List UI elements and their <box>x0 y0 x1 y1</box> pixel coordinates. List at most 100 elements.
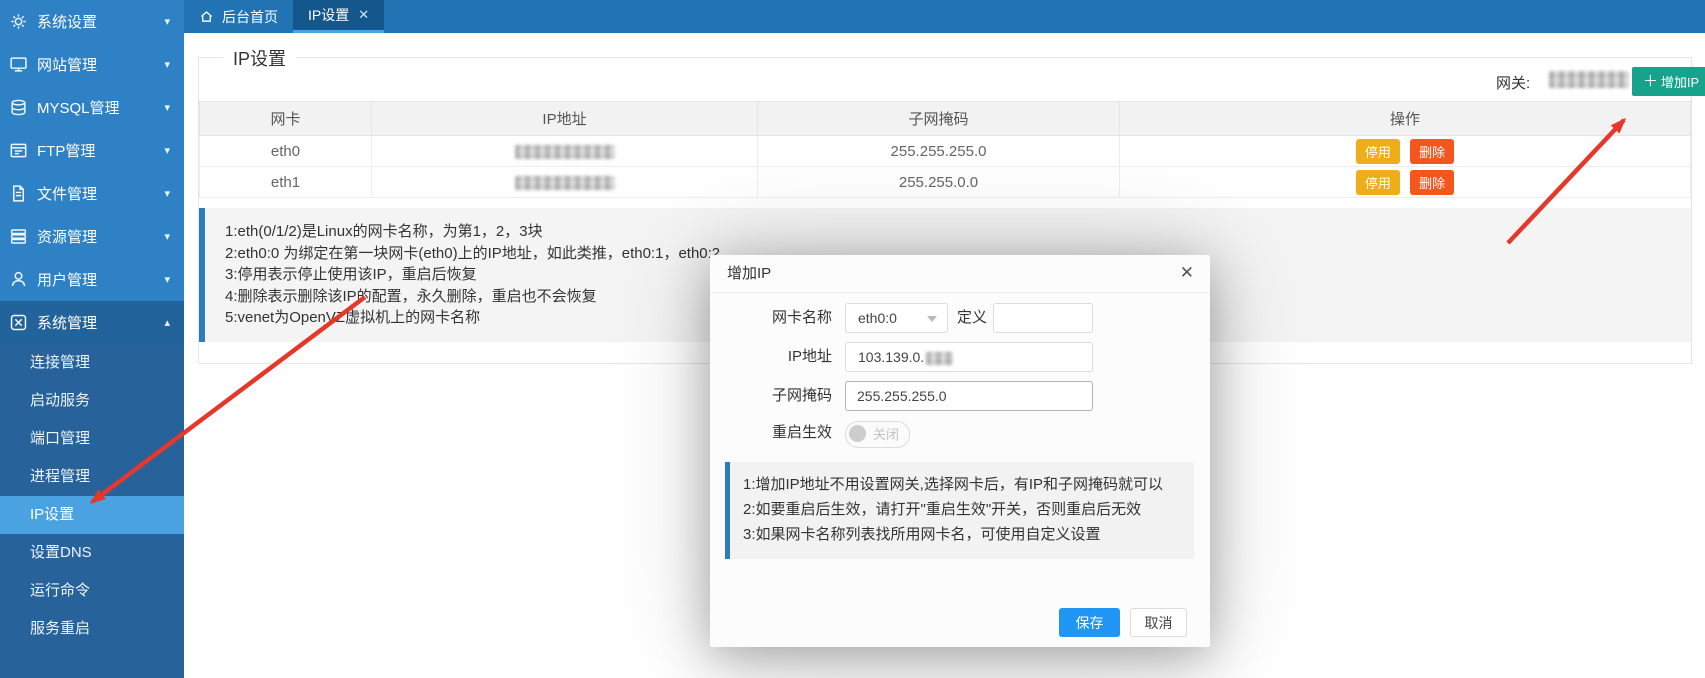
tools-icon <box>9 313 28 332</box>
sidebar-item-label: 网站管理 <box>37 54 164 75</box>
sidebar-item-processes[interactable]: 进程管理 <box>0 458 184 496</box>
nic-select-value: eth0:0 <box>858 310 897 326</box>
sidebar-item-start-services[interactable]: 启动服务 <box>0 382 184 420</box>
ip-table: 网卡 IP地址 子网掩码 操作 eth0 255.255.255.0 停用 删除 <box>199 101 1691 198</box>
home-icon <box>199 9 214 24</box>
sidebar-item-system-management[interactable]: 系统管理 ▴ <box>0 301 184 344</box>
sidebar-item-ports[interactable]: 端口管理 <box>0 420 184 458</box>
note-line: 1:eth(0/1/2)是Linux的网卡名称，为第1，2，3块 <box>225 221 1681 243</box>
subnet-mask-input[interactable] <box>845 381 1093 411</box>
toggle-state-label: 关闭 <box>873 422 899 447</box>
chevron-down-icon: ▾ <box>164 15 170 28</box>
nic-name-label: 网卡名称 <box>710 303 832 333</box>
note-line: 2:如要重启后生效，请打开"重启生效"开关，否则重启后无效 <box>743 497 1186 522</box>
topbar: 后台首页 IP设置 ✕ <box>184 0 1705 33</box>
column-header-mask: 子网掩码 <box>758 102 1120 136</box>
sidebar-item-label: 资源管理 <box>37 226 164 247</box>
close-icon[interactable]: ✕ <box>1180 263 1194 283</box>
ip-value-redacted <box>515 176 615 190</box>
note-line: 3:如果网卡名称列表找所用网卡名，可使用自定义设置 <box>743 522 1186 547</box>
mask-cell: 255.255.0.0 <box>758 167 1120 198</box>
sidebar-item-label: 文件管理 <box>37 183 164 204</box>
page-title: IP设置 <box>223 45 296 71</box>
chevron-down-icon <box>927 316 937 322</box>
chevron-down-icon: ▾ <box>164 58 170 71</box>
file-icon <box>9 184 28 203</box>
chevron-down-icon: ▾ <box>164 187 170 200</box>
sidebar-item-website[interactable]: 网站管理 ▾ <box>0 43 184 86</box>
nic-cell: eth0 <box>200 136 372 167</box>
gateway-value-redacted <box>1549 71 1629 88</box>
modal-help-notes: 1:增加IP地址不用设置网关,选择网卡后，有IP和子网掩码就可以 2:如要重启后… <box>725 462 1194 559</box>
nic-cell: eth1 <box>200 167 372 198</box>
note-line: 1:增加IP地址不用设置网关,选择网卡后，有IP和子网掩码就可以 <box>743 472 1186 497</box>
sidebar-item-ip-settings[interactable]: IP设置 <box>0 496 184 534</box>
sidebar-submenu-system: 连接管理 启动服务 端口管理 进程管理 IP设置 设置DNS 运行命令 服务重启 <box>0 344 184 678</box>
custom-name-input[interactable] <box>993 303 1093 333</box>
sidebar-item-connections[interactable]: 连接管理 <box>0 344 184 382</box>
restart-effective-label: 重启生效 <box>710 418 832 448</box>
sidebar-item-users[interactable]: 用户管理 ▾ <box>0 258 184 301</box>
custom-label: 定义 <box>957 303 987 333</box>
plus-icon: ＋ <box>1643 74 1658 89</box>
app-root: 系统设置 ▾ 网站管理 ▾ MYSQL管理 ▾ <box>0 0 1705 678</box>
resource-icon <box>9 227 28 246</box>
disable-button[interactable]: 停用 <box>1356 170 1400 195</box>
tab-home[interactable]: 后台首页 <box>184 0 293 33</box>
column-header-ip: IP地址 <box>372 102 758 136</box>
sidebar-item-resources[interactable]: 资源管理 ▾ <box>0 215 184 258</box>
ip-address-input[interactable]: 103.139.0. <box>845 342 1093 372</box>
subnet-mask-label: 子网掩码 <box>710 381 832 411</box>
chevron-down-icon: ▾ <box>164 273 170 286</box>
sidebar-item-dns[interactable]: 设置DNS <box>0 534 184 572</box>
actions-cell: 停用 删除 <box>1120 167 1691 198</box>
sidebar-item-label: FTP管理 <box>37 140 164 161</box>
ip-value-redacted <box>515 145 615 159</box>
toggle-knob-icon <box>849 425 866 442</box>
add-ip-modal: 增加IP ✕ 网卡名称 eth0:0 定义 IP地址 103.139.0. 子网… <box>710 255 1210 647</box>
table-row: eth0 255.255.255.0 停用 删除 <box>200 136 1691 167</box>
sidebar-item-ftp[interactable]: FTP管理 ▾ <box>0 129 184 172</box>
disable-button[interactable]: 停用 <box>1356 139 1400 164</box>
chevron-down-icon: ▾ <box>164 230 170 243</box>
column-header-nic: 网卡 <box>200 102 372 136</box>
save-button[interactable]: 保存 <box>1059 608 1120 637</box>
sidebar-item-label: 系统设置 <box>37 11 164 32</box>
table-row: eth1 255.255.0.0 停用 删除 <box>200 167 1691 198</box>
tab-label: IP设置 <box>308 5 349 25</box>
chevron-down-icon: ▾ <box>164 101 170 114</box>
sidebar-item-run-command[interactable]: 运行命令 <box>0 572 184 610</box>
sidebar-item-mysql[interactable]: MYSQL管理 ▾ <box>0 86 184 129</box>
ip-cell <box>372 136 758 167</box>
ip-cell <box>372 167 758 198</box>
close-icon[interactable]: ✕ <box>358 7 369 23</box>
monitor-icon <box>9 55 28 74</box>
ip-address-label: IP地址 <box>710 342 832 372</box>
sidebar-item-label: 用户管理 <box>37 269 164 290</box>
sidebar-item-system-settings[interactable]: 系统设置 ▾ <box>0 0 184 43</box>
tab-ip-settings[interactable]: IP设置 ✕ <box>293 0 384 33</box>
sidebar-item-label: MYSQL管理 <box>37 97 164 118</box>
delete-button[interactable]: 删除 <box>1410 170 1454 195</box>
ftp-icon <box>9 141 28 160</box>
tab-label: 后台首页 <box>222 7 278 27</box>
modal-title: 增加IP <box>710 255 1210 293</box>
chevron-down-icon: ▾ <box>164 144 170 157</box>
cancel-button[interactable]: 取消 <box>1130 608 1187 637</box>
ip-suffix-redacted <box>926 352 953 365</box>
delete-button[interactable]: 删除 <box>1410 139 1454 164</box>
restart-toggle[interactable]: 关闭 <box>845 421 910 448</box>
gear-icon <box>9 12 28 31</box>
sidebar-item-files[interactable]: 文件管理 ▾ <box>0 172 184 215</box>
nic-select[interactable]: eth0:0 <box>845 303 948 333</box>
chevron-up-icon: ▴ <box>164 316 170 329</box>
sidebar-item-service-restart[interactable]: 服务重启 <box>0 610 184 648</box>
user-icon <box>9 270 28 289</box>
sidebar-item-label: 系统管理 <box>37 312 164 333</box>
ip-address-value: 103.139.0. <box>858 349 924 365</box>
sidebar: 系统设置 ▾ 网站管理 ▾ MYSQL管理 ▾ <box>0 0 184 678</box>
table-header-row: 网卡 IP地址 子网掩码 操作 <box>200 102 1691 136</box>
database-icon <box>9 98 28 117</box>
add-ip-button[interactable]: ＋ 增加IP <box>1632 67 1705 96</box>
gateway-label: 网关: <box>1496 72 1530 93</box>
